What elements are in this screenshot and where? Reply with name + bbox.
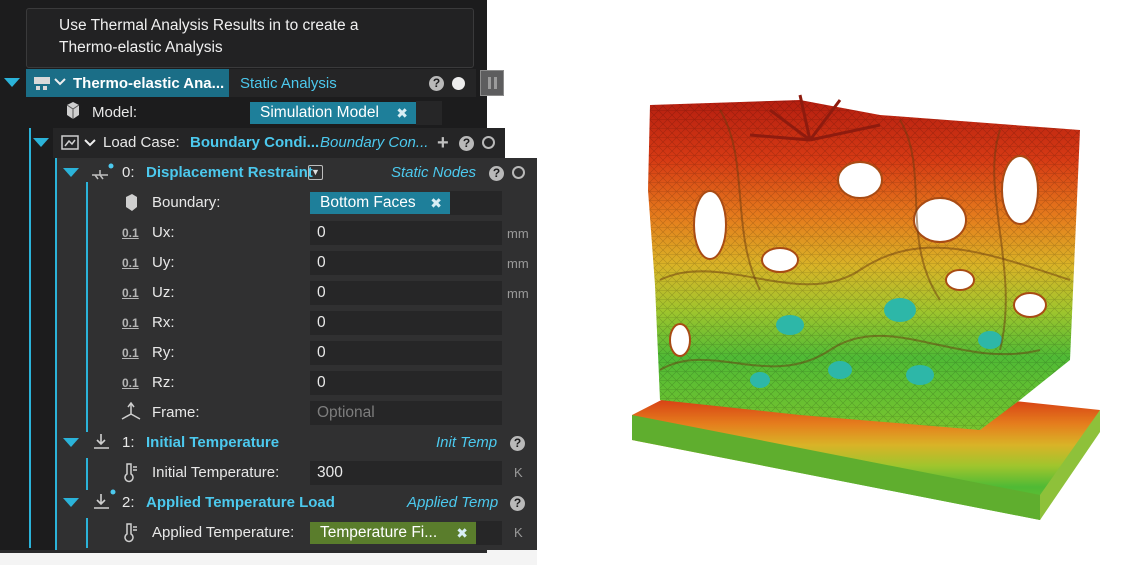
value-icon: 0.1 xyxy=(122,346,139,360)
uy-unit: mm xyxy=(507,256,529,271)
uy-label: Uy: xyxy=(152,254,175,271)
add-icon[interactable]: + xyxy=(437,133,449,153)
init-temp-type: Init Temp xyxy=(436,434,498,451)
ux-unit: mm xyxy=(507,226,529,241)
analysis-name[interactable]: Thermo-elastic Ana... xyxy=(73,75,224,92)
restraint-index: 0: xyxy=(122,164,135,181)
uz-unit: mm xyxy=(507,286,529,301)
help-icon[interactable]: ? xyxy=(510,496,525,511)
model-input-spacer[interactable] xyxy=(416,101,442,125)
help-icon[interactable]: ? xyxy=(489,166,504,181)
expand-loadcase-icon[interactable] xyxy=(33,138,49,147)
applied-temp-index: 2: xyxy=(122,494,135,511)
uz-label: Uz: xyxy=(152,284,175,301)
ux-label: Ux: xyxy=(152,224,175,241)
expand-init-temp-icon[interactable] xyxy=(63,438,79,447)
thermometer-icon xyxy=(124,523,137,543)
panel-bottom-line xyxy=(0,550,487,553)
loadcase-label: Load Case: xyxy=(103,134,180,151)
expand-restraint-icon[interactable] xyxy=(63,168,79,177)
chevron-down-icon[interactable] xyxy=(54,77,66,87)
status-dot-icon[interactable] xyxy=(452,77,465,90)
value-icon: 0.1 xyxy=(122,376,139,390)
rx-label: Rx: xyxy=(152,314,175,331)
status-ring-icon[interactable] xyxy=(512,166,525,179)
thermometer-icon xyxy=(124,463,137,483)
applied-temp-unit: K xyxy=(514,525,523,540)
model-icon xyxy=(66,102,80,119)
boundary-value-tag[interactable]: Bottom Faces ✖ xyxy=(310,192,450,214)
boundary-label: Boundary: xyxy=(152,194,221,211)
model-value: Simulation Model xyxy=(260,104,379,121)
init-temp-tree-line xyxy=(86,458,88,490)
ry-input[interactable]: 0 xyxy=(310,341,502,365)
load-icon xyxy=(94,489,116,509)
uy-input[interactable]: 0 xyxy=(310,251,502,275)
thermal-result-mesh-image xyxy=(632,94,1100,520)
frame-input[interactable]: Optional xyxy=(310,401,502,425)
load-icon xyxy=(94,434,109,449)
boundary-icon xyxy=(126,194,137,211)
loadcase-tree-line xyxy=(55,158,57,550)
applied-temp-input-spacer[interactable] xyxy=(476,521,502,545)
applied-temp-type: Applied Temp xyxy=(407,494,499,511)
value-icon: 0.1 xyxy=(122,256,139,270)
status-ring-icon[interactable] xyxy=(482,136,495,149)
analysis-type: Static Analysis xyxy=(240,75,337,92)
applied-temp-title[interactable]: Applied Temperature Load xyxy=(146,494,335,511)
value-icon: 0.1 xyxy=(122,226,139,240)
pause-button[interactable] xyxy=(480,70,504,96)
loadcase-icon xyxy=(61,135,79,150)
analysis-panel: Use Thermal Analysis Results in to creat… xyxy=(0,0,537,565)
expand-analysis-icon[interactable] xyxy=(4,78,20,87)
loadcase-name[interactable]: Boundary Condi... xyxy=(190,134,319,151)
analysis-type-icon xyxy=(34,77,50,90)
init-temp-input[interactable]: 300 xyxy=(310,461,502,485)
boundary-input-spacer[interactable] xyxy=(450,191,502,215)
rz-input[interactable]: 0 xyxy=(310,371,502,395)
restraint-type: Static Nodes xyxy=(391,164,477,181)
applied-temp-label: Applied Temperature: xyxy=(152,524,295,541)
applied-temp-value: Temperature Fi... xyxy=(320,524,438,541)
boundary-value: Bottom Faces xyxy=(320,194,416,211)
help-icon[interactable]: ? xyxy=(459,136,474,151)
remove-field-icon[interactable]: ✖ xyxy=(456,525,468,542)
value-icon: 0.1 xyxy=(122,286,139,300)
rz-label: Rz: xyxy=(152,374,175,391)
help-icon[interactable]: ? xyxy=(510,436,525,451)
remove-boundary-icon[interactable]: ✖ xyxy=(430,195,442,212)
restraint-title[interactable]: Displacement Restraint xyxy=(146,164,313,181)
uz-input[interactable]: 0 xyxy=(310,281,502,305)
chevron-down-icon[interactable] xyxy=(84,138,96,148)
loadcase-type: Boundary Con... xyxy=(320,134,429,151)
model-label: Model: xyxy=(92,104,138,121)
dropdown-toggle-icon[interactable]: ▼ xyxy=(308,165,323,180)
applied-temp-value-tag[interactable]: Temperature Fi... ✖ xyxy=(310,522,476,544)
init-temp-unit: K xyxy=(514,465,523,480)
frame-label: Frame: xyxy=(152,404,200,421)
model-value-tag[interactable]: Simulation Model ✖ xyxy=(250,102,416,124)
expand-applied-temp-icon[interactable] xyxy=(63,498,79,507)
frame-icon xyxy=(121,402,141,420)
rx-input[interactable]: 0 xyxy=(310,311,502,335)
value-icon: 0.1 xyxy=(122,316,139,330)
analysis-tree-line xyxy=(29,128,31,548)
restraint-icon xyxy=(92,163,114,180)
tooltip-line-1: Use Thermal Analysis Results in to creat… xyxy=(59,17,359,34)
init-temp-title[interactable]: Initial Temperature xyxy=(146,434,279,451)
help-icon[interactable]: ? xyxy=(429,76,444,91)
ry-label: Ry: xyxy=(152,344,175,361)
init-temp-index: 1: xyxy=(122,434,135,451)
tooltip-line-2: Thermo-elastic Analysis xyxy=(59,39,223,56)
remove-model-icon[interactable]: ✖ xyxy=(396,105,408,122)
ux-input[interactable]: 0 xyxy=(310,221,502,245)
applied-temp-tree-line xyxy=(86,518,88,548)
description-tooltip: Use Thermal Analysis Results in to creat… xyxy=(26,8,474,68)
restraint-tree-line xyxy=(86,182,88,432)
init-temp-label: Initial Temperature: xyxy=(152,464,280,481)
